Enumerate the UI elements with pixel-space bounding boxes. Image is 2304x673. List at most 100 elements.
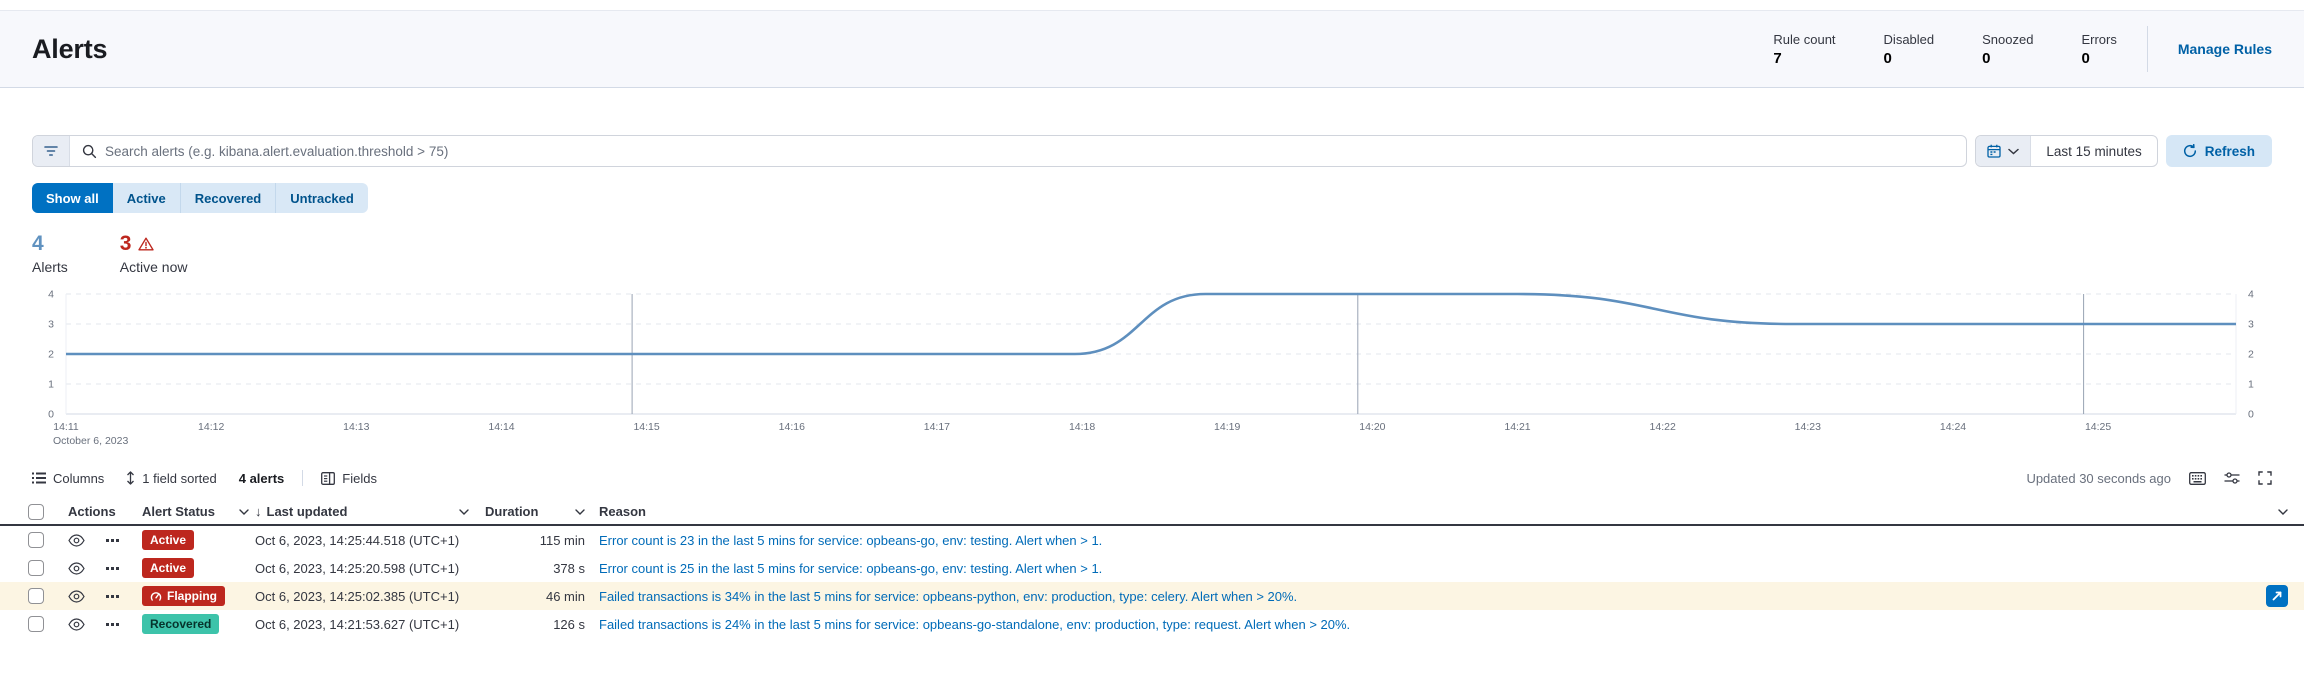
rule-stat-label: Rule count xyxy=(1773,32,1835,47)
row-checkbox[interactable] xyxy=(28,532,44,548)
more-actions-button[interactable] xyxy=(106,595,119,598)
svg-text:14:18: 14:18 xyxy=(1069,421,1095,433)
header-divider xyxy=(2147,26,2148,72)
duration-value: 126 s xyxy=(477,617,585,632)
sort-fields-button[interactable]: 1 field sorted xyxy=(126,471,216,486)
svg-text:14:24: 14:24 xyxy=(1940,421,1966,433)
alerts-count-label: Alerts xyxy=(32,259,68,275)
more-actions-button[interactable] xyxy=(106,567,119,570)
view-alert-details-button[interactable] xyxy=(68,618,85,631)
more-actions-button[interactable] xyxy=(106,623,119,626)
reason-link[interactable]: Error count is 25 in the last 5 mins for… xyxy=(599,561,1102,576)
last-updated-value: Oct 6, 2023, 14:25:20.598 (UTC+1) xyxy=(255,561,459,576)
rule-stat-value: 0 xyxy=(1982,50,2033,67)
fullscreen-button[interactable] xyxy=(2258,471,2272,485)
svg-text:14:14: 14:14 xyxy=(488,421,514,433)
fullscreen-icon xyxy=(2258,471,2272,485)
view-alert-details-button[interactable] xyxy=(68,590,85,603)
svg-text:14:22: 14:22 xyxy=(1650,421,1676,433)
rule-stat-label: Errors xyxy=(2081,32,2116,47)
reason-link[interactable]: Failed transactions is 24% in the last 5… xyxy=(599,617,1350,632)
alert-count: 4 alerts xyxy=(239,471,285,486)
warning-icon xyxy=(138,237,154,251)
alerts-summary: 4 Alerts 3 Active now xyxy=(32,232,2272,275)
time-range-value[interactable]: Last 15 minutes xyxy=(2031,144,2156,159)
filter-button-untracked[interactable]: Untracked xyxy=(276,183,368,213)
status-badge: Active xyxy=(142,530,194,550)
status-badge-label: Flapping xyxy=(167,589,217,603)
svg-text:14:12: 14:12 xyxy=(198,421,224,433)
rule-stat: Disabled0 xyxy=(1884,32,1935,67)
alerts-count-stat: 4 Alerts xyxy=(32,232,68,275)
table-row: Recovered Oct 6, 2023, 14:21:53.627 (UTC… xyxy=(0,610,2304,638)
search-row: Last 15 minutes Refresh xyxy=(32,135,2272,167)
keyboard-shortcuts-button[interactable] xyxy=(2189,472,2206,485)
duration-value: 46 min xyxy=(477,589,585,604)
column-header-updated[interactable]: ↓ Last updated xyxy=(255,504,477,519)
filter-button-recovered[interactable]: Recovered xyxy=(181,183,276,213)
column-header-status[interactable]: Alert Status xyxy=(142,504,255,519)
last-updated-value: Oct 6, 2023, 14:25:44.518 (UTC+1) xyxy=(255,533,459,548)
chevron-down-icon[interactable] xyxy=(2278,509,2288,515)
eye-icon xyxy=(68,534,85,547)
columns-button[interactable]: Columns xyxy=(32,471,104,486)
time-range-picker: Last 15 minutes xyxy=(1975,135,2157,167)
row-checkbox[interactable] xyxy=(28,616,44,632)
search-icon xyxy=(82,144,97,159)
page-title: Alerts xyxy=(32,34,107,65)
search-input[interactable] xyxy=(105,144,1966,159)
alerts-timeline-chart[interactable]: 001122334414:1114:1214:1314:1414:1514:16… xyxy=(32,289,2272,451)
manage-rules-link[interactable]: Manage Rules xyxy=(2178,41,2272,57)
calendar-menu-button[interactable] xyxy=(1976,136,2031,166)
table-row: Active Oct 6, 2023, 14:25:44.518 (UTC+1)… xyxy=(0,526,2304,554)
svg-text:14:23: 14:23 xyxy=(1795,421,1821,433)
calendar-icon xyxy=(1987,144,2001,158)
rule-stat: Rule count7 xyxy=(1773,32,1835,67)
last-updated-value: Oct 6, 2023, 14:25:02.385 (UTC+1) xyxy=(255,589,459,604)
reason-link[interactable]: Failed transactions is 34% in the last 5… xyxy=(599,589,1297,604)
row-checkbox[interactable] xyxy=(28,560,44,576)
toolbar-divider xyxy=(302,470,303,486)
view-alert-details-button[interactable] xyxy=(68,534,85,547)
display-options-button[interactable] xyxy=(2224,472,2240,484)
filter-button-active[interactable]: Active xyxy=(113,183,181,213)
svg-text:14:19: 14:19 xyxy=(1214,421,1240,433)
filter-button-show-all[interactable]: Show all xyxy=(32,183,113,213)
refresh-button[interactable]: Refresh xyxy=(2166,135,2272,167)
expand-cell-button[interactable] xyxy=(2266,585,2288,607)
rule-stat-label: Snoozed xyxy=(1982,32,2033,47)
controls-icon xyxy=(2224,472,2240,484)
view-alert-details-button[interactable] xyxy=(68,562,85,575)
alerts-count-value: 4 xyxy=(32,232,68,256)
status-badge: Active xyxy=(142,558,194,578)
table-body: Active Oct 6, 2023, 14:25:44.518 (UTC+1)… xyxy=(0,526,2304,638)
refresh-icon xyxy=(2183,144,2197,158)
eye-icon xyxy=(68,562,85,575)
sort-descending-icon: ↓ xyxy=(255,504,262,519)
column-header-reason[interactable]: Reason xyxy=(585,504,2288,519)
fields-button[interactable]: Fields xyxy=(321,471,377,486)
expand-icon xyxy=(2271,590,2283,602)
svg-text:14:13: 14:13 xyxy=(343,421,369,433)
svg-text:14:25: 14:25 xyxy=(2085,421,2111,433)
table-header-row: Actions Alert Status ↓ Last updated Dura… xyxy=(0,499,2304,526)
top-strip xyxy=(0,0,2304,10)
add-filter-button[interactable] xyxy=(33,136,70,166)
chevron-down-icon[interactable] xyxy=(459,509,469,515)
eye-icon xyxy=(68,590,85,603)
column-header-actions: Actions xyxy=(68,504,142,519)
select-all-checkbox[interactable] xyxy=(28,504,44,520)
refresh-label: Refresh xyxy=(2205,144,2255,159)
chevron-down-icon[interactable] xyxy=(239,509,249,515)
column-header-duration[interactable]: Duration xyxy=(477,504,585,519)
chevron-down-icon[interactable] xyxy=(575,509,585,515)
reason-link[interactable]: Error count is 23 in the last 5 mins for… xyxy=(599,533,1102,548)
svg-text:14:20: 14:20 xyxy=(1359,421,1385,433)
row-checkbox[interactable] xyxy=(28,588,44,604)
search-box xyxy=(32,135,1967,167)
updated-timestamp: Updated 30 seconds ago xyxy=(2026,471,2171,486)
sort-icon xyxy=(126,471,135,485)
duration-value: 115 min xyxy=(477,533,585,548)
more-actions-button[interactable] xyxy=(106,539,119,542)
rule-stat-value: 0 xyxy=(2081,50,2116,67)
